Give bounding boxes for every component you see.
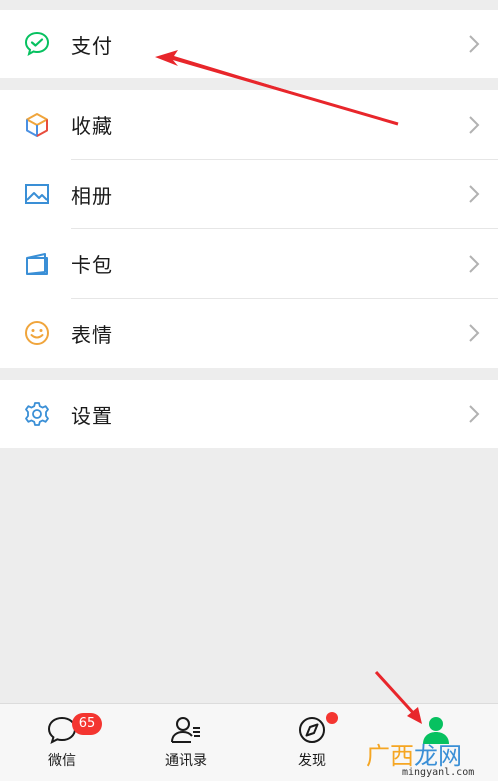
tab-contacts-label: 通讯录 <box>165 753 207 769</box>
menu-item-album-label: 相册 <box>71 183 113 208</box>
menu-item-pay[interactable]: 支付 <box>0 10 498 78</box>
menu-item-settings-label: 设置 <box>71 403 113 428</box>
chevron-right-icon <box>469 405 480 423</box>
contacts-icon <box>171 717 200 743</box>
pay-icon <box>24 31 50 57</box>
album-image-icon <box>24 181 50 207</box>
tab-discover-label: 发现 <box>298 753 326 769</box>
chevron-right-icon <box>469 324 480 342</box>
watermark-url: mingyanl.com <box>402 767 475 778</box>
gear-icon <box>24 401 50 427</box>
menu-item-pay-label: 支付 <box>71 33 113 58</box>
tab-chats[interactable]: 65 微信 <box>0 704 124 781</box>
tab-chats-label: 微信 <box>48 753 76 769</box>
chevron-right-icon <box>469 116 480 134</box>
chevron-right-icon <box>469 255 480 273</box>
chevron-right-icon <box>469 35 480 53</box>
menu-item-cards-label: 卡包 <box>71 253 113 278</box>
pay-group: 支付 <box>0 10 498 78</box>
tab-contacts[interactable]: 通讯录 <box>124 704 248 781</box>
unread-badge: 65 <box>72 713 102 735</box>
card-wallet-icon <box>24 251 50 277</box>
tab-discover[interactable]: 发现 <box>250 704 374 781</box>
menu-item-settings[interactable]: 设置 <box>0 380 498 448</box>
notification-dot <box>326 712 338 724</box>
chevron-right-icon <box>469 185 480 203</box>
favorites-cube-icon <box>24 112 50 138</box>
top-gap <box>0 0 498 10</box>
menu-item-cards[interactable]: 卡包 <box>0 229 498 299</box>
menu-item-stickers-label: 表情 <box>71 322 113 347</box>
sticker-smile-icon <box>24 320 50 346</box>
menu-item-album[interactable]: 相册 <box>0 160 498 229</box>
settings-group: 设置 <box>0 380 498 448</box>
compass-icon <box>299 717 325 743</box>
watermark-logo: 广西龙网 <box>366 742 462 770</box>
main-menu-group: 收藏 相册 卡包 表情 <box>0 90 498 368</box>
menu-item-favorites-label: 收藏 <box>71 114 113 139</box>
menu-item-favorites[interactable]: 收藏 <box>0 90 498 160</box>
menu-item-stickers[interactable]: 表情 <box>0 299 498 369</box>
